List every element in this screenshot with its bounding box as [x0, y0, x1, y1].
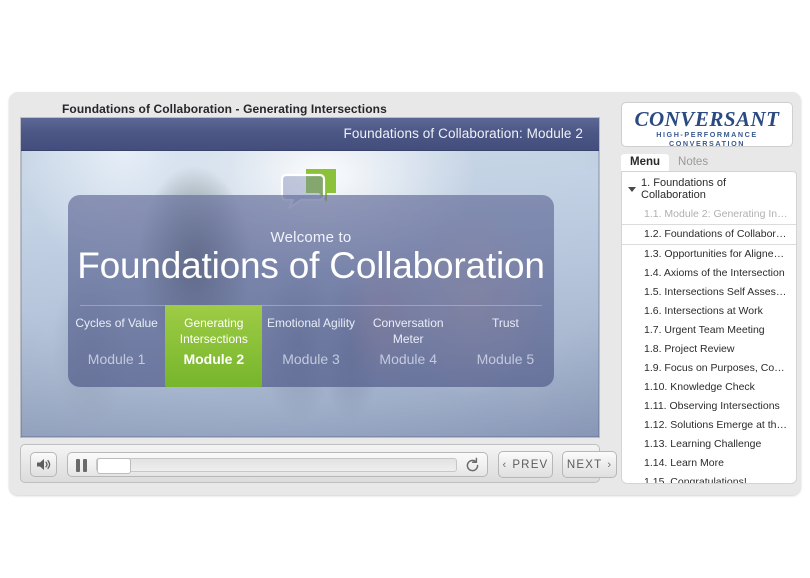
tab-menu[interactable]: Menu: [621, 154, 670, 171]
menu-item-1-2[interactable]: 1.2. Foundations of Collaboration: ...: [622, 224, 796, 245]
menu-item-1-15[interactable]: 1.15. Congratulations!: [622, 473, 796, 483]
prev-label: PREV: [512, 458, 549, 471]
module-number: Module 2: [183, 351, 245, 367]
module-name: Trust: [491, 316, 519, 330]
module-number: Module 3: [282, 351, 340, 367]
welcome-text: Welcome to: [270, 229, 352, 246]
tree-root-label: 1. Foundations of Collaboration: [641, 177, 727, 201]
pause-button[interactable]: [76, 459, 90, 472]
slide-header-title: Foundations of Collaboration: Module 2: [343, 126, 583, 141]
menu-item-1-1[interactable]: 1.1. Module 2: Generating Intersect...: [622, 205, 796, 224]
next-label: NEXT: [566, 458, 603, 471]
module-row: Cycles of Value Module 1 Generating Inte…: [68, 305, 554, 387]
pause-bar-left: [76, 459, 80, 472]
module-number: Module 1: [87, 351, 146, 367]
player-sidebar: CONVERSANT HIGH-PERFORMANCE CONVERSATION…: [612, 92, 801, 495]
module-card-4[interactable]: Conversation Meter Module 4: [360, 305, 457, 387]
seek-bar-group: [67, 452, 488, 477]
next-button[interactable]: NEXT ›: [562, 451, 617, 478]
replay-icon: [466, 457, 479, 472]
module-name: Cycles of Value: [75, 316, 158, 330]
speaker-icon: [37, 459, 51, 470]
prev-button[interactable]: ‹ PREV: [498, 451, 553, 478]
menu-item-1-13[interactable]: 1.13. Learning Challenge: [622, 435, 796, 454]
slide-content-panel: Welcome to Foundations of Collaboration …: [68, 195, 554, 387]
module-card-2[interactable]: Generating Intersections Module 2: [165, 305, 263, 387]
module-name: Generating Intersections: [179, 316, 248, 346]
seek-track[interactable]: [96, 458, 457, 474]
chrome-strip-text: · ··· ·· · ··· ·· ··· · ··· ·· · ·· ··· …: [0, 0, 156, 5]
slide-stage: Foundations of Collaboration: Module 2 W…: [20, 117, 600, 438]
logo-wordmark: CONVERSANT: [634, 107, 780, 131]
chevron-left-icon: ‹: [502, 458, 508, 471]
menu-item-1-9[interactable]: 1.9. Focus on Purposes, Concerns, ...: [622, 359, 796, 378]
menu-item-1-8[interactable]: 1.8. Project Review: [622, 340, 796, 359]
pause-bar-right: [83, 459, 87, 472]
menu-item-1-7[interactable]: 1.7. Urgent Team Meeting: [622, 321, 796, 340]
module-card-1[interactable]: Cycles of Value Module 1: [68, 305, 165, 387]
module-name: Conversation Meter: [372, 316, 444, 346]
menu-item-1-3[interactable]: 1.3. Opportunities for Aligned Actio...: [622, 245, 796, 264]
elearning-player: Foundations of Collaboration - Generatin…: [9, 92, 801, 495]
playback-control-bar: ‹ PREV NEXT ›: [20, 444, 617, 483]
browser-chrome-strip: · ··· ·· · ··· ·· ··· · ··· ·· · ·· ··· …: [0, 0, 810, 9]
slide-header-bar: Foundations of Collaboration: Module 2: [21, 118, 599, 151]
tree-root-node[interactable]: 1. Foundations of Collaboration: [622, 172, 796, 205]
menu-item-1-10[interactable]: 1.10. Knowledge Check: [622, 378, 796, 397]
conversant-logo: CONVERSANT HIGH-PERFORMANCE CONVERSATION: [621, 102, 793, 148]
module-number: Module 4: [379, 351, 437, 367]
menu-item-1-4[interactable]: 1.4. Axioms of the Intersection: [622, 264, 796, 283]
replay-button[interactable]: [464, 457, 481, 474]
menu-item-1-5[interactable]: 1.5. Intersections Self Assessment: [622, 283, 796, 302]
volume-button[interactable]: [30, 452, 57, 477]
logo-tagline: HIGH-PERFORMANCE CONVERSATION: [656, 130, 758, 148]
module-number: Module 5: [476, 351, 535, 367]
chevron-down-icon[interactable]: [628, 186, 636, 192]
slide-headline: Foundations of Collaboration: [77, 245, 545, 286]
tab-notes[interactable]: Notes: [669, 154, 717, 171]
menu-item-1-14[interactable]: 1.14. Learn More: [622, 454, 796, 473]
menu-item-1-6[interactable]: 1.6. Intersections at Work: [622, 302, 796, 321]
sidebar-tabs: Menu Notes: [621, 153, 793, 171]
seek-thumb[interactable]: [97, 458, 131, 474]
player-title: Foundations of Collaboration - Generatin…: [62, 102, 387, 116]
module-card-5[interactable]: Trust Module 5: [457, 305, 554, 387]
module-name: Emotional Agility: [266, 316, 356, 330]
menu-list-panel: 1. Foundations of Collaboration 1.1. Mod…: [621, 171, 797, 484]
menu-item-1-11[interactable]: 1.11. Observing Intersections: [622, 397, 796, 416]
menu-item-1-12[interactable]: 1.12. Solutions Emerge at the Inter...: [622, 416, 796, 435]
module-card-3[interactable]: Emotional Agility Module 3: [262, 305, 359, 387]
